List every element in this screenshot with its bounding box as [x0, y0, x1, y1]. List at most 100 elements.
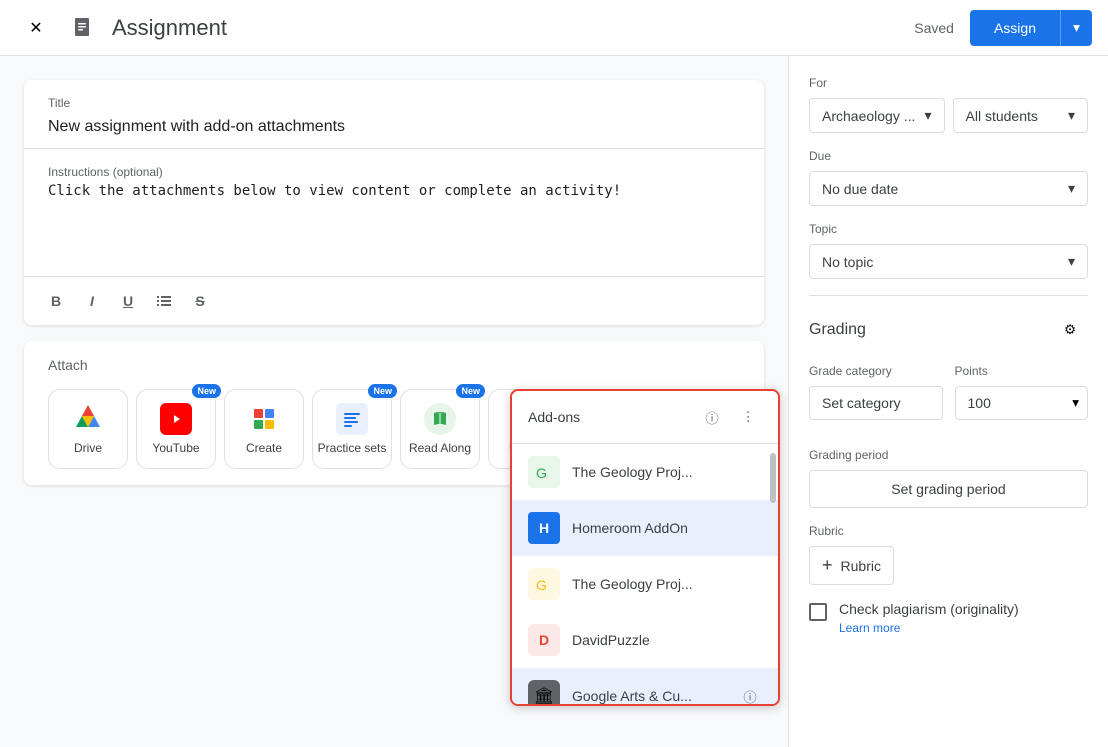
- addon-item-geology1[interactable]: G The Geology Proj...: [512, 444, 778, 500]
- class-dropdown[interactable]: Archaeology ... ▾: [809, 98, 945, 133]
- set-grading-period-button[interactable]: Set grading period: [809, 470, 1088, 508]
- title-label: Title: [48, 96, 740, 110]
- attach-label: Attach: [48, 357, 740, 373]
- grade-category-group: Grade category Set category: [809, 364, 943, 420]
- due-chevron-icon: ▾: [1068, 180, 1075, 197]
- points-row: 100 ▾: [955, 386, 1089, 420]
- addon-name-geology2: The Geology Proj...: [572, 576, 762, 592]
- strikethrough-button[interactable]: S: [184, 285, 216, 317]
- class-chevron-icon: ▾: [924, 107, 931, 124]
- addon-name-davidpuzzle: DavidPuzzle: [572, 632, 762, 648]
- scrollbar-track: [770, 443, 776, 704]
- topic-dropdown[interactable]: No topic ▾: [809, 244, 1088, 279]
- youtube-button[interactable]: New YouTube: [136, 389, 216, 469]
- addon-item-geology2[interactable]: G The Geology Proj...: [512, 556, 778, 612]
- set-category-button[interactable]: Set category: [809, 386, 943, 420]
- rubric-btn-label: Rubric: [841, 558, 881, 574]
- grading-period-group: Grading period Set grading period: [809, 448, 1088, 508]
- students-dropdown[interactable]: All students ▾: [953, 98, 1089, 133]
- topic-label: Topic: [809, 222, 1088, 236]
- addon-item-davidpuzzle[interactable]: D DavidPuzzle: [512, 612, 778, 668]
- grading-header: Grading ⚙: [809, 312, 1088, 348]
- drive-label: Drive: [74, 441, 102, 455]
- points-value: 100: [956, 387, 1065, 419]
- grading-settings-button[interactable]: ⚙: [1052, 312, 1088, 348]
- addon-name-homeroom: Homeroom AddOn: [572, 520, 762, 536]
- students-chevron-icon: ▾: [1068, 107, 1075, 124]
- grade-category-label: Grade category: [809, 364, 943, 378]
- practice-sets-new-badge: New: [368, 384, 397, 398]
- addon-info-button-google-arts[interactable]: ⓘ: [738, 684, 762, 704]
- points-group: Points 100 ▾: [955, 364, 1089, 420]
- due-dropdown[interactable]: No due date ▾: [809, 171, 1088, 206]
- learn-more-link[interactable]: Learn more: [839, 621, 1019, 635]
- assignment-card: Title Instructions (optional) Click the …: [24, 80, 764, 325]
- italic-button[interactable]: I: [76, 285, 108, 317]
- scrollbar-thumb: [770, 453, 776, 503]
- addon-icon-google-arts: 🏛: [528, 680, 560, 704]
- class-value: Archaeology ...: [822, 108, 915, 124]
- formatting-toolbar: B I U S: [24, 276, 764, 325]
- page-title: Assignment: [112, 15, 914, 41]
- topic-value: No topic: [822, 254, 873, 270]
- read-along-button[interactable]: New Read Along: [400, 389, 480, 469]
- read-along-label: Read Along: [409, 441, 471, 455]
- create-button[interactable]: Create: [224, 389, 304, 469]
- left-panel: Title Instructions (optional) Click the …: [0, 56, 788, 747]
- addon-item-google-arts[interactable]: 🏛 Google Arts & Cu... ⓘ: [512, 668, 778, 704]
- addon-name-google-arts: Google Arts & Cu...: [572, 688, 726, 704]
- assign-button[interactable]: Assign: [970, 10, 1060, 46]
- plagiarism-checkbox[interactable]: [809, 603, 827, 621]
- assign-dropdown-button[interactable]: ▾: [1060, 10, 1092, 46]
- addon-name-geology1: The Geology Proj...: [572, 464, 762, 480]
- add-rubric-button[interactable]: + Rubric: [809, 546, 894, 585]
- youtube-new-badge: New: [192, 384, 221, 398]
- plagiarism-label: Check plagiarism (originality): [839, 601, 1019, 617]
- chevron-down-icon: ▾: [1073, 20, 1080, 36]
- addons-list: G The Geology Proj... H Homeroom AddOn: [512, 444, 778, 704]
- grading-title: Grading: [809, 321, 866, 339]
- plus-icon: +: [822, 555, 833, 576]
- doc-icon: [64, 8, 104, 48]
- addons-more-button[interactable]: ⋮: [734, 403, 762, 431]
- grading-period-label: Grading period: [809, 448, 1088, 462]
- svg-text:G: G: [536, 465, 547, 481]
- create-label: Create: [246, 441, 282, 455]
- addons-title: Add-ons: [528, 409, 580, 425]
- points-dropdown-button[interactable]: ▾: [1064, 387, 1087, 419]
- addon-icon-geology2: G: [528, 568, 560, 600]
- saved-status: Saved: [914, 20, 954, 36]
- rubric-group: Rubric + Rubric: [809, 524, 1088, 585]
- due-label: Due: [809, 149, 1088, 163]
- divider-1: [809, 295, 1088, 296]
- due-value: No due date: [822, 181, 898, 197]
- addon-icon-homeroom: H: [528, 512, 560, 544]
- addons-info-button[interactable]: ⓘ: [698, 403, 726, 431]
- list-button[interactable]: [148, 285, 180, 317]
- underline-button[interactable]: U: [112, 285, 144, 317]
- youtube-label: YouTube: [152, 441, 199, 455]
- addons-header: Add-ons ⓘ ⋮: [512, 391, 778, 444]
- attach-area: Drive New YouTube: [48, 389, 740, 469]
- right-panel: For Archaeology ... ▾ All students ▾ Due…: [788, 56, 1108, 747]
- drive-button[interactable]: Drive: [48, 389, 128, 469]
- for-group: For Archaeology ... ▾ All students ▾: [809, 76, 1088, 133]
- close-button[interactable]: ✕: [16, 8, 56, 48]
- instructions-label: Instructions (optional): [48, 165, 740, 179]
- close-icon: ✕: [29, 18, 42, 38]
- practice-sets-label: Practice sets: [318, 441, 387, 455]
- gear-icon: ⚙: [1064, 322, 1076, 338]
- addons-popup: Add-ons ⓘ ⋮ G: [510, 389, 780, 706]
- addon-item-homeroom[interactable]: H Homeroom AddOn: [512, 500, 778, 556]
- points-chevron-icon: ▾: [1072, 395, 1079, 410]
- main-content: Title Instructions (optional) Click the …: [0, 56, 1108, 747]
- addons-header-icons: ⓘ ⋮: [698, 403, 762, 431]
- instructions-input[interactable]: Click the attachments below to view cont…: [48, 183, 740, 263]
- addon-icon-davidpuzzle: D: [528, 624, 560, 656]
- attach-card: Attach Drive: [24, 341, 764, 485]
- bold-button[interactable]: B: [40, 285, 72, 317]
- topic-chevron-icon: ▾: [1068, 253, 1075, 270]
- plagiarism-text-group: Check plagiarism (originality) Learn mor…: [839, 601, 1019, 635]
- title-input[interactable]: [48, 114, 740, 140]
- practice-sets-button[interactable]: New Practice sets: [312, 389, 392, 469]
